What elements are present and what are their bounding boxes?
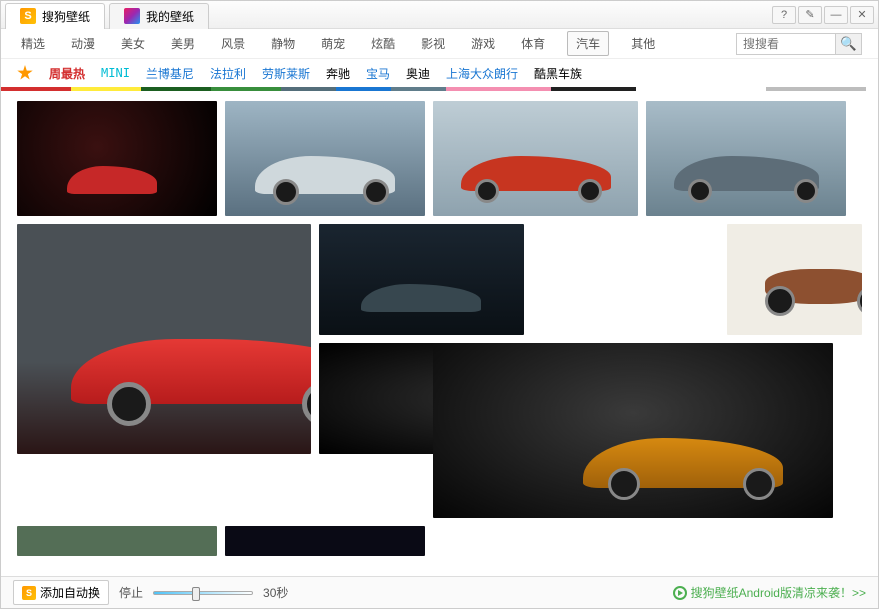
sub-audi[interactable]: 奥迪 <box>406 65 430 82</box>
nav-scenery[interactable]: 风景 <box>217 29 249 58</box>
tab-mine-label: 我的壁纸 <box>146 8 194 25</box>
color-segment[interactable] <box>281 87 336 91</box>
nav-other[interactable]: 其他 <box>627 29 659 58</box>
interval-slider[interactable] <box>153 591 253 595</box>
sub-hot[interactable]: 周最热 <box>49 65 85 82</box>
slider-thumb[interactable] <box>192 587 200 601</box>
color-segment[interactable] <box>636 87 766 91</box>
stop-button[interactable]: 停止 <box>119 584 143 601</box>
nav-movie[interactable]: 影视 <box>417 29 449 58</box>
color-segment[interactable] <box>1 87 71 91</box>
close-button[interactable]: ✕ <box>850 6 874 24</box>
promo-link[interactable]: 搜狗壁纸Android版清凉来袭！>> <box>673 584 866 601</box>
color-segment[interactable] <box>211 87 281 91</box>
search-input[interactable] <box>736 33 836 55</box>
nav-still[interactable]: 静物 <box>267 29 299 58</box>
app-logo-icon: S <box>22 586 36 600</box>
color-segment[interactable] <box>71 87 141 91</box>
wallpaper-thumb[interactable] <box>17 101 217 216</box>
add-button-label: 添加自动换 <box>40 584 100 601</box>
sub-rolls[interactable]: 劳斯莱斯 <box>262 65 310 82</box>
tab-main[interactable]: S 搜狗壁纸 <box>5 3 105 29</box>
wallpaper-thumb[interactable] <box>646 101 846 216</box>
minimize-button[interactable]: — <box>824 6 848 24</box>
nav-sports[interactable]: 体育 <box>517 29 549 58</box>
nav-featured[interactable]: 精选 <box>17 29 49 58</box>
nav-anime[interactable]: 动漫 <box>67 29 99 58</box>
wallpaper-thumb[interactable] <box>225 526 425 556</box>
subcategory-bar: 周最热 MINI 兰博基尼 法拉利 劳斯莱斯 奔驰 宝马 奥迪 上海大众朗行 酷… <box>1 59 878 87</box>
wallpaper-thumb[interactable] <box>225 101 425 216</box>
color-segment[interactable] <box>141 87 211 91</box>
tab-mine[interactable]: 我的壁纸 <box>109 3 209 29</box>
color-segment[interactable] <box>336 87 391 91</box>
nav-pets[interactable]: 萌宠 <box>317 29 349 58</box>
footer-bar: S 添加自动换 停止 30秒 搜狗壁纸Android版清凉来袭！>> <box>1 576 878 608</box>
add-auto-switch-button[interactable]: S 添加自动换 <box>13 580 109 605</box>
star-icon <box>17 65 33 81</box>
color-segment[interactable] <box>551 87 636 91</box>
sub-benz[interactable]: 奔驰 <box>326 65 350 82</box>
wallpaper-thumb[interactable] <box>727 224 862 335</box>
help-button[interactable]: ? <box>772 6 796 24</box>
settings-button[interactable]: ✎ <box>798 6 822 24</box>
nav-handsome[interactable]: 美男 <box>167 29 199 58</box>
promo-text: 搜狗壁纸Android版清凉来袭！>> <box>691 584 866 601</box>
app-logo-icon: S <box>20 8 36 24</box>
nav-car[interactable]: 汽车 <box>567 31 609 56</box>
tab-main-label: 搜狗壁纸 <box>42 8 90 25</box>
sub-lambo[interactable]: 兰博基尼 <box>146 65 194 82</box>
wallpaper-thumb[interactable] <box>17 526 217 556</box>
color-segment[interactable] <box>446 87 551 91</box>
interval-label: 30秒 <box>263 584 288 601</box>
nav-cool[interactable]: 炫酷 <box>367 29 399 58</box>
color-segment[interactable] <box>766 87 866 91</box>
wallpaper-thumb[interactable] <box>319 224 524 335</box>
window-controls: ? ✎ — ✕ <box>772 6 874 24</box>
sub-lavida[interactable]: 上海大众朗行 <box>446 65 518 82</box>
wallpaper-thumb[interactable] <box>433 343 833 518</box>
nav-beauty[interactable]: 美女 <box>117 29 149 58</box>
search-box: 🔍 <box>736 33 862 55</box>
wallpaper-gallery[interactable] <box>1 91 878 575</box>
wallpaper-icon <box>124 8 140 24</box>
wallpaper-thumb[interactable] <box>17 224 311 454</box>
sub-mini[interactable]: MINI <box>101 66 130 80</box>
search-button[interactable]: 🔍 <box>836 33 862 55</box>
color-filter-bar[interactable] <box>1 87 878 91</box>
nav-game[interactable]: 游戏 <box>467 29 499 58</box>
sub-ferrari[interactable]: 法拉利 <box>210 65 246 82</box>
wallpaper-thumb[interactable] <box>433 101 638 216</box>
category-nav: 精选 动漫 美女 美男 风景 静物 萌宠 炫酷 影视 游戏 体育 汽车 其他 🔍 <box>1 29 878 59</box>
titlebar: S 搜狗壁纸 我的壁纸 ? ✎ — ✕ <box>1 1 878 29</box>
sub-black[interactable]: 酷黑车族 <box>534 65 582 82</box>
sub-bmw[interactable]: 宝马 <box>366 65 390 82</box>
color-segment[interactable] <box>391 87 446 91</box>
play-icon <box>673 586 687 600</box>
